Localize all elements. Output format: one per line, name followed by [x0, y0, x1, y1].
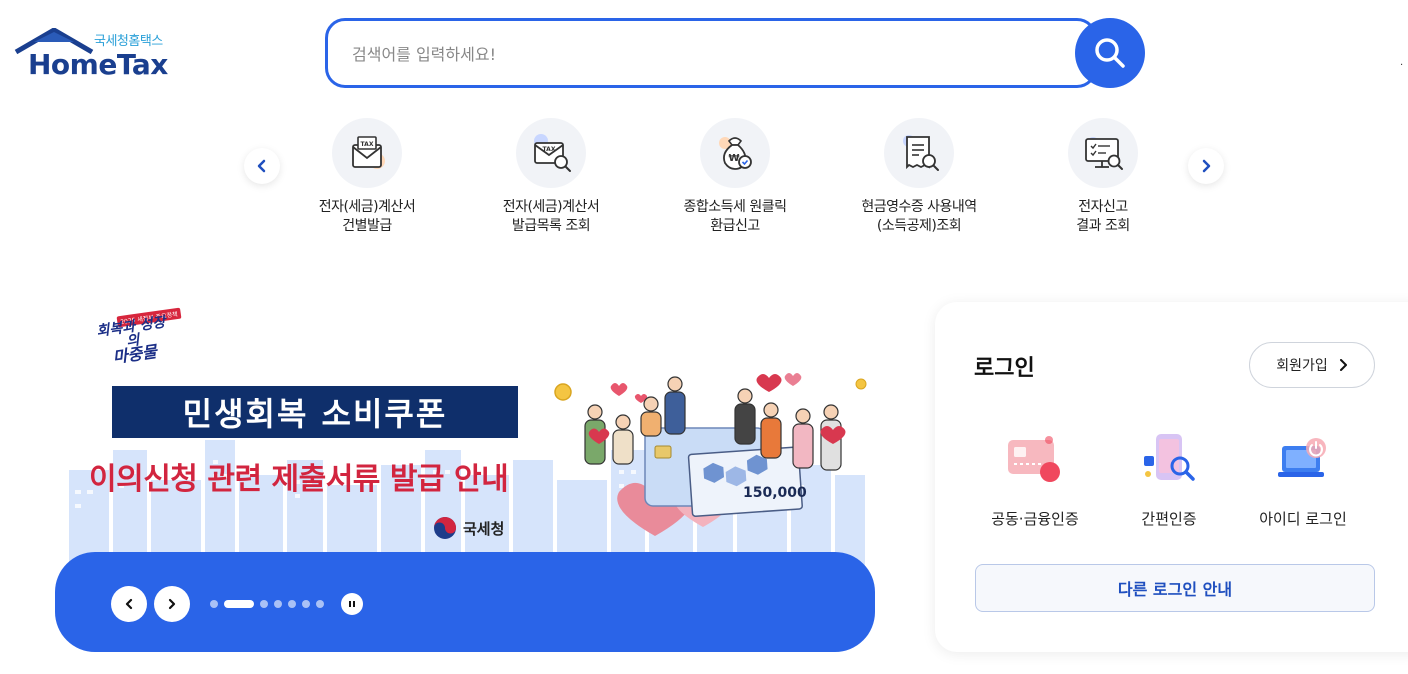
quick-menu-item-income-tax-refund[interactable]: ₩ 종합소득세 원클릭 환급신고: [655, 118, 815, 236]
quick-menu-item-cash-receipt[interactable]: 현금영수증 사용내역 (소득공제)조회: [839, 118, 999, 236]
quick-menu-next-button[interactable]: [1188, 148, 1224, 184]
chevron-right-icon: [1339, 359, 1347, 371]
monitor-search-icon: [1068, 118, 1138, 188]
quick-menu-item-invoice-issue[interactable]: TAX 전자(세금)계산서 건별발급: [287, 118, 447, 236]
hometax-logo[interactable]: 국세청홈택스 HomeTax: [14, 26, 179, 82]
search-input[interactable]: [352, 39, 1052, 69]
hometax-main-page: 국세청홈택스 HomeTax · TAX 전자(세금)계산서 건별발급: [0, 0, 1408, 674]
tax-envelope-search-icon: TAX: [516, 118, 586, 188]
banner-pause-button[interactable]: [341, 593, 363, 615]
edge-mark: ·: [1400, 60, 1404, 71]
login-option-certificate[interactable]: 공동·금융인증: [970, 430, 1100, 529]
nts-label: 국세청: [463, 519, 505, 538]
chevron-left-icon: [125, 598, 133, 610]
phone-search-icon: [1138, 430, 1200, 492]
svg-text:TAX: TAX: [361, 141, 374, 148]
banner-dot[interactable]: [302, 600, 310, 608]
tax-envelope-icon: TAX: [332, 118, 402, 188]
promo-banner[interactable]: 2025 새정부 주요정책 회복과 성장의 마중물 민생회복 소비쿠폰 이의신청…: [55, 300, 875, 652]
login-option-label: 간편인증: [1141, 510, 1197, 528]
money-bag-icon: ₩: [700, 118, 770, 188]
quick-menu-label: 전자(세금)계산서 발급목록 조회: [502, 199, 600, 234]
logo-subtitle: 국세청홈택스: [94, 34, 163, 49]
search-button[interactable]: [1075, 18, 1145, 88]
quick-menu-label: 종합소득세 원클릭 환급신고: [683, 199, 788, 234]
pause-icon: [349, 601, 355, 607]
banner-controls: [55, 552, 875, 652]
login-option-label: 아이디 로그인: [1259, 510, 1347, 528]
login-option-label: 공동·금융인증: [991, 510, 1079, 528]
quick-menu-prev-button[interactable]: [244, 148, 280, 184]
banner-dot[interactable]: [288, 600, 296, 608]
banner-headline: 민생회복 소비쿠폰: [182, 395, 448, 433]
banner-headline-box: 민생회복 소비쿠폰: [112, 386, 518, 438]
chevron-right-icon: [1202, 159, 1211, 173]
quick-menu-label: 전자신고 결과 조회: [1076, 199, 1130, 234]
signup-label: 회원가입: [1276, 358, 1328, 374]
login-option-id-login[interactable]: 아이디 로그인: [1238, 430, 1368, 529]
svg-text:TAX: TAX: [543, 146, 556, 153]
banner-prev-button[interactable]: [111, 586, 147, 622]
quick-menu-label: 현금영수증 사용내역 (소득공제)조회: [861, 199, 977, 234]
login-panel: 로그인 회원가입 공동·금융인증 간편인증 아이디 로그인 다른 로그인 안내: [935, 302, 1408, 652]
coupon-amount: 150,000: [743, 485, 807, 501]
svg-text:₩: ₩: [728, 153, 739, 164]
quick-menu-item-e-filing-result[interactable]: 전자신고 결과 조회: [1023, 118, 1183, 236]
banner-dot[interactable]: [316, 600, 324, 608]
banner-dot[interactable]: [210, 600, 218, 608]
login-option-simple-auth[interactable]: 간편인증: [1104, 430, 1234, 529]
laptop-power-icon: [1272, 430, 1334, 492]
search-icon: [1095, 38, 1125, 68]
quick-menu-label: 전자(세금)계산서 건별발급: [318, 199, 416, 234]
banner-dot[interactable]: [260, 600, 268, 608]
chevron-left-icon: [257, 159, 266, 173]
receipt-search-icon: [884, 118, 954, 188]
city-illustration: [69, 373, 867, 590]
banner-subline: 이의신청 관련 제출서류 발급 안내: [89, 462, 509, 497]
chevron-right-icon: [168, 598, 176, 610]
signup-button[interactable]: 회원가입: [1249, 342, 1375, 388]
other-login-guide-button[interactable]: 다른 로그인 안내: [975, 564, 1375, 612]
certificate-card-icon: [1004, 430, 1066, 492]
search-box: [325, 18, 1097, 88]
login-title: 로그인: [974, 356, 1035, 381]
quick-menu-item-invoice-list[interactable]: TAX 전자(세금)계산서 발급목록 조회: [471, 118, 631, 236]
banner-next-button[interactable]: [154, 586, 190, 622]
taegeuk-icon: [434, 517, 456, 539]
logo-title: HomeTax: [28, 48, 168, 81]
banner-dot-active[interactable]: [224, 600, 254, 608]
nts-emblem: 국세청: [433, 516, 504, 540]
banner-pagination: [210, 600, 324, 608]
banner-dot[interactable]: [274, 600, 282, 608]
